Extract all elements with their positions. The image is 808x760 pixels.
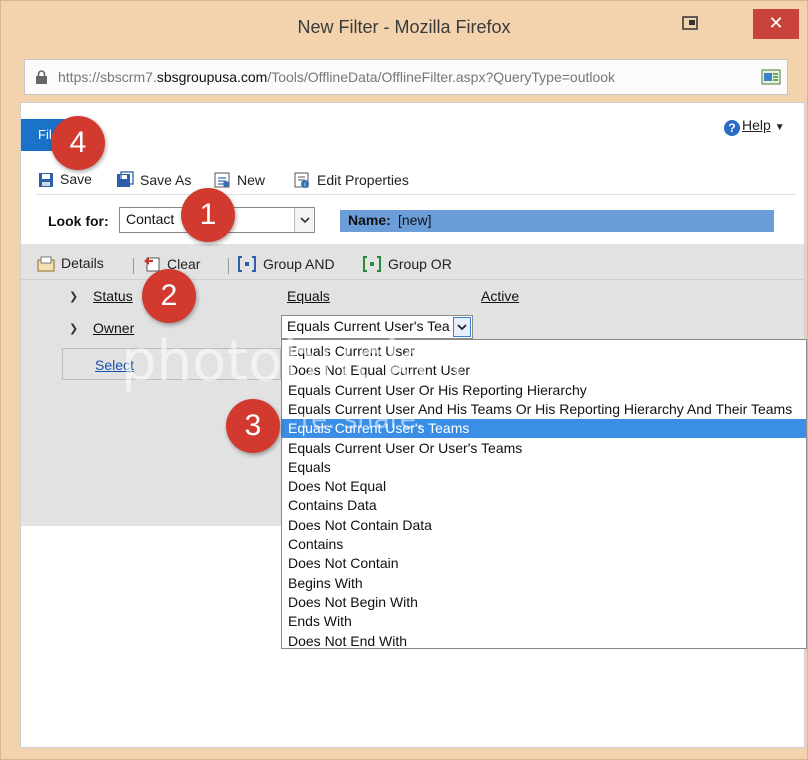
dropdown-option[interactable]: Does Not End With xyxy=(282,632,806,649)
save-as-icon xyxy=(117,171,134,187)
toolbar-divider xyxy=(133,258,134,274)
step-badge-1: 1 xyxy=(181,188,235,242)
dropdown-option[interactable]: Begins With xyxy=(282,574,806,593)
chevron-down-icon[interactable] xyxy=(453,317,471,337)
dropdown-option[interactable]: Equals Current User Or User's Teams xyxy=(282,439,806,458)
group-and-icon xyxy=(238,256,256,272)
dropdown-option[interactable]: Ends With xyxy=(282,612,806,631)
look-for-row: Look for: Contact Name: [new] xyxy=(21,207,804,235)
url-text: https://sbscrm7.sbsgroupusa.com/Tools/Of… xyxy=(58,69,616,85)
properties-icon: i xyxy=(294,172,309,189)
dropdown-option[interactable]: Contains Data xyxy=(282,496,806,515)
dropdown-option[interactable]: Equals Current User And His Teams Or His… xyxy=(282,400,806,419)
help-icon: ? xyxy=(724,120,740,136)
owner-field-link[interactable]: Owner xyxy=(93,320,134,336)
operator-dropdown-list[interactable]: Equals Current User Does Not Equal Curren… xyxy=(281,339,807,649)
step-badge-2: 2 xyxy=(142,269,196,323)
name-label: Name: xyxy=(348,212,391,228)
dropdown-option[interactable]: Does Not Contain Data xyxy=(282,516,806,535)
status-value-link[interactable]: Active xyxy=(481,288,519,304)
edit-properties-button[interactable]: i Edit Properties xyxy=(293,171,409,189)
dropdown-option[interactable]: Does Not Equal Current User xyxy=(282,361,806,380)
operator-select[interactable]: Equals Current User's Tea xyxy=(281,315,473,339)
save-as-button[interactable]: Save As xyxy=(116,171,191,189)
chevron-down-icon[interactable] xyxy=(294,208,314,232)
compatibility-view-icon[interactable] xyxy=(761,67,781,87)
select-box: Select xyxy=(62,348,281,380)
close-button[interactable]: ✕ xyxy=(753,9,799,39)
browser-window: New Filter - Mozilla Firefox ✕ https://s… xyxy=(0,0,808,760)
restore-icon[interactable] xyxy=(682,16,698,30)
name-value: [new] xyxy=(398,212,432,228)
address-bar[interactable]: https://sbscrm7.sbsgroupusa.com/Tools/Of… xyxy=(24,59,788,95)
status-field-link[interactable]: Status xyxy=(93,288,133,304)
new-icon xyxy=(214,172,230,188)
look-for-label: Look for: xyxy=(48,213,109,229)
help-menu[interactable]: ? Help ▼ xyxy=(724,117,785,136)
chevron-down-icon[interactable]: ❯ xyxy=(69,322,78,335)
save-button[interactable]: Save xyxy=(38,171,92,188)
details-button[interactable]: Details xyxy=(37,255,104,272)
select-link[interactable]: Select xyxy=(95,357,134,373)
dropdown-option[interactable]: Equals xyxy=(282,458,806,477)
dropdown-option[interactable]: Equals Current User xyxy=(282,342,806,361)
lock-icon xyxy=(36,70,47,84)
chevron-down-icon[interactable]: ❯ xyxy=(69,290,78,303)
dropdown-option[interactable]: Contains xyxy=(282,535,806,554)
toolbar-divider xyxy=(228,258,229,274)
chevron-down-icon: ▼ xyxy=(774,122,785,133)
step-badge-3: 3 xyxy=(226,399,280,453)
dropdown-option[interactable]: Does Not Equal xyxy=(282,477,806,496)
main-toolbar: Save Save As New i Edit Properties xyxy=(36,169,796,195)
status-operator-link[interactable]: Equals xyxy=(287,288,330,304)
details-icon xyxy=(37,256,55,272)
help-label: Help xyxy=(742,117,771,133)
dropdown-option[interactable]: Does Not Contain xyxy=(282,554,806,573)
dropdown-option[interactable]: Equals Current User Or His Reporting Hie… xyxy=(282,381,806,400)
dropdown-option[interactable]: Equals Current User's Teams xyxy=(282,419,806,439)
group-and-button[interactable]: Group AND xyxy=(237,255,335,273)
filter-toolbar: Details Clear Group AND Group OR xyxy=(21,244,804,280)
group-or-icon xyxy=(363,256,381,272)
dropdown-option[interactable]: Does Not Begin With xyxy=(282,593,806,612)
name-field[interactable]: Name: [new] xyxy=(340,210,774,232)
title-bar: New Filter - Mozilla Firefox ✕ xyxy=(1,1,807,55)
step-badge-4: 4 xyxy=(51,116,105,170)
save-icon xyxy=(39,173,53,187)
new-button[interactable]: New xyxy=(213,171,265,189)
group-or-button[interactable]: Group OR xyxy=(362,255,452,273)
